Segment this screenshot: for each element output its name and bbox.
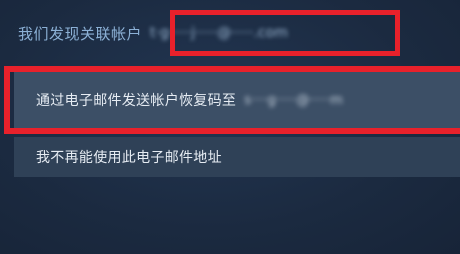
email-highlight-box [170, 10, 400, 56]
account-recovery-panel: 我们发现关联帐户 t·g·····j·····@·····.com 通过电子邮件… [0, 0, 460, 254]
associated-account-label: 我们发现关联帐户 [18, 24, 143, 43]
no-access-email-option[interactable]: 我不再能使用此电子邮件地址 [14, 137, 460, 177]
option-highlight-box [4, 66, 460, 134]
no-access-email-label: 我不再能使用此电子邮件地址 [36, 150, 222, 166]
